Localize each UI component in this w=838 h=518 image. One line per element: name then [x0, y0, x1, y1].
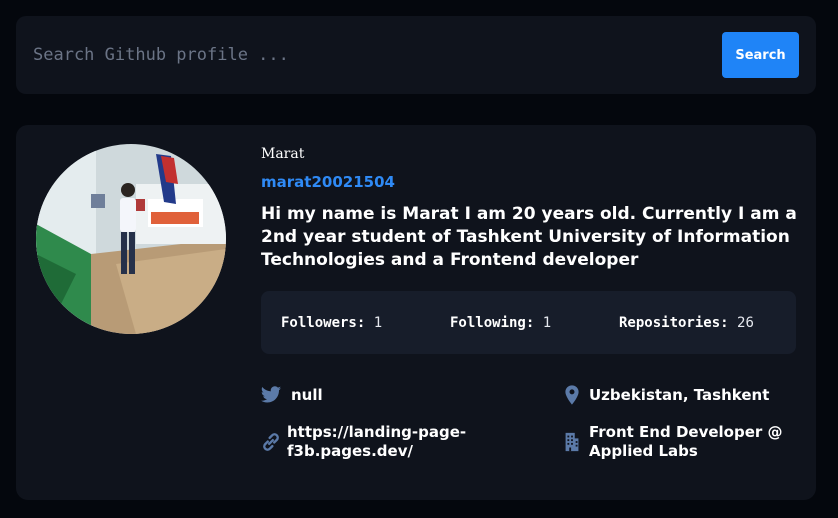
- followers-label: Followers:: [281, 315, 366, 331]
- twitter-handle: null: [291, 386, 323, 404]
- repositories-stat: Repositories: 26: [619, 315, 754, 331]
- search-button[interactable]: Search: [722, 32, 799, 78]
- stats-panel: Followers: 1 Following: 1 Repositories: …: [261, 291, 796, 354]
- following-stat: Following: 1: [450, 315, 551, 331]
- website-link[interactable]: https://landing-page- f3b.pages.dev/: [287, 423, 466, 461]
- followers-count: 1: [373, 315, 383, 331]
- search-input[interactable]: [16, 16, 706, 94]
- location-text: Uzbekistan, Tashkent: [589, 386, 770, 404]
- username-link[interactable]: marat20021504: [261, 173, 395, 191]
- location-pin-icon: [565, 385, 579, 405]
- link-icon: [263, 433, 279, 451]
- bio: Hi my name is Marat I am 20 years old. C…: [261, 204, 797, 270]
- search-bar: Search: [16, 16, 816, 94]
- company-line-2: Applied Labs: [589, 442, 698, 460]
- display-name: Marat: [261, 146, 305, 162]
- website-line-1: https://landing-page-: [287, 423, 467, 441]
- following-label: Following:: [450, 315, 535, 331]
- avatar: [36, 144, 226, 334]
- company-text: Front End Developer @ Applied Labs: [589, 423, 783, 461]
- company-line-1: Front End Developer @: [589, 423, 783, 441]
- twitter-icon: [260, 386, 282, 403]
- repositories-label: Repositories:: [619, 315, 729, 331]
- website-line-2: f3b.pages.dev/: [287, 442, 413, 460]
- followers-stat: Followers: 1: [281, 315, 382, 331]
- repositories-count: 26: [737, 315, 754, 331]
- following-count: 1: [542, 315, 552, 331]
- building-icon: [565, 432, 579, 452]
- profile-card: Marat marat20021504 Hi my name is Marat …: [16, 125, 816, 500]
